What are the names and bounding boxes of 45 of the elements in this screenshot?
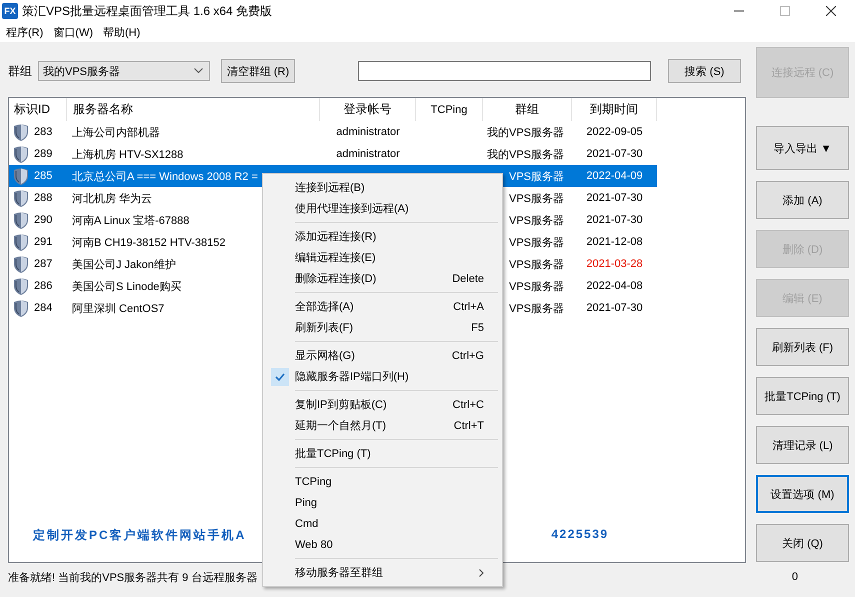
table-cell-text: 河南A Linux 宝塔-67888 bbox=[71, 214, 190, 228]
table-cell: administrator bbox=[336, 126, 400, 138]
table-cell-text: VPS服务器 bbox=[508, 302, 564, 316]
status-count: 0 bbox=[792, 571, 798, 583]
table-cell: 283 bbox=[34, 126, 52, 138]
table-cell-text: 河北机房 华为云 bbox=[71, 192, 152, 206]
table-cell: 2022-04-09 bbox=[586, 170, 643, 182]
table-cell: 287 bbox=[34, 258, 52, 270]
table-cell-text: VPS服务器 bbox=[508, 258, 564, 272]
table-cell: 2021-07-30 bbox=[586, 302, 643, 314]
table-cell-text: 美国公司S Linode购买 bbox=[71, 280, 182, 294]
table-cell: 291 bbox=[34, 236, 52, 248]
window-title: 策汇VPS批量远程桌面管理工具 1.6 x64 免费版 bbox=[22, 2, 272, 20]
table-cell: 289 bbox=[34, 148, 52, 160]
promo-text: 4225539 bbox=[551, 527, 609, 543]
table-cell-text: 阿里深圳 CentOS7 bbox=[71, 302, 164, 316]
table-cell: 288 bbox=[34, 192, 52, 204]
table-cell-text: VPS服务器 bbox=[508, 236, 564, 250]
table-cell-text: 北京总公司A === Windows 2008 R2 = bbox=[71, 170, 258, 184]
table-cell-text: VPS服务器 bbox=[508, 170, 564, 184]
table-cell: 285 bbox=[34, 170, 52, 182]
table-cell: 2021-03-28 bbox=[586, 258, 643, 270]
table-cell: administrator bbox=[336, 148, 400, 160]
table-cell-text: VPS服务器 bbox=[508, 214, 564, 228]
table-cell-text: VPS服务器 bbox=[508, 280, 564, 294]
table-cell: 2021-07-30 bbox=[586, 192, 643, 204]
table-cell-text: 上海公司内部机器 bbox=[71, 126, 160, 140]
promo-text: 定制开发PC客户端软件网站手机A bbox=[33, 527, 246, 544]
group-label: 群组 bbox=[8, 62, 33, 80]
table-cell: 2021-07-30 bbox=[586, 214, 643, 226]
table-cell-text: 我的VPS服务器 bbox=[486, 148, 564, 162]
table-cell: 2021-07-30 bbox=[586, 148, 643, 160]
table-cell: 2021-12-08 bbox=[586, 236, 643, 248]
table-cell-text: VPS服务器 bbox=[508, 192, 564, 206]
table-cell: 2022-09-05 bbox=[586, 126, 643, 138]
app-logo: FX bbox=[2, 3, 18, 19]
table-cell-text: 河南B CH19-38152 HTV-38152 bbox=[71, 236, 226, 250]
table-cell: 2022-04-08 bbox=[586, 280, 643, 292]
table-cell-text: 我的VPS服务器 bbox=[486, 126, 564, 140]
status-text: 准备就绪! 当前我的VPS服务器共有 9 台远程服务器 bbox=[8, 570, 258, 584]
table-cell: 286 bbox=[34, 280, 52, 292]
table-cell: 284 bbox=[34, 302, 52, 314]
table-cell-text: 上海机房 HTV-SX1288 bbox=[71, 148, 184, 162]
table-cell-text: 美国公司J Jakon维护 bbox=[71, 258, 176, 272]
table-cell: 290 bbox=[34, 214, 52, 226]
